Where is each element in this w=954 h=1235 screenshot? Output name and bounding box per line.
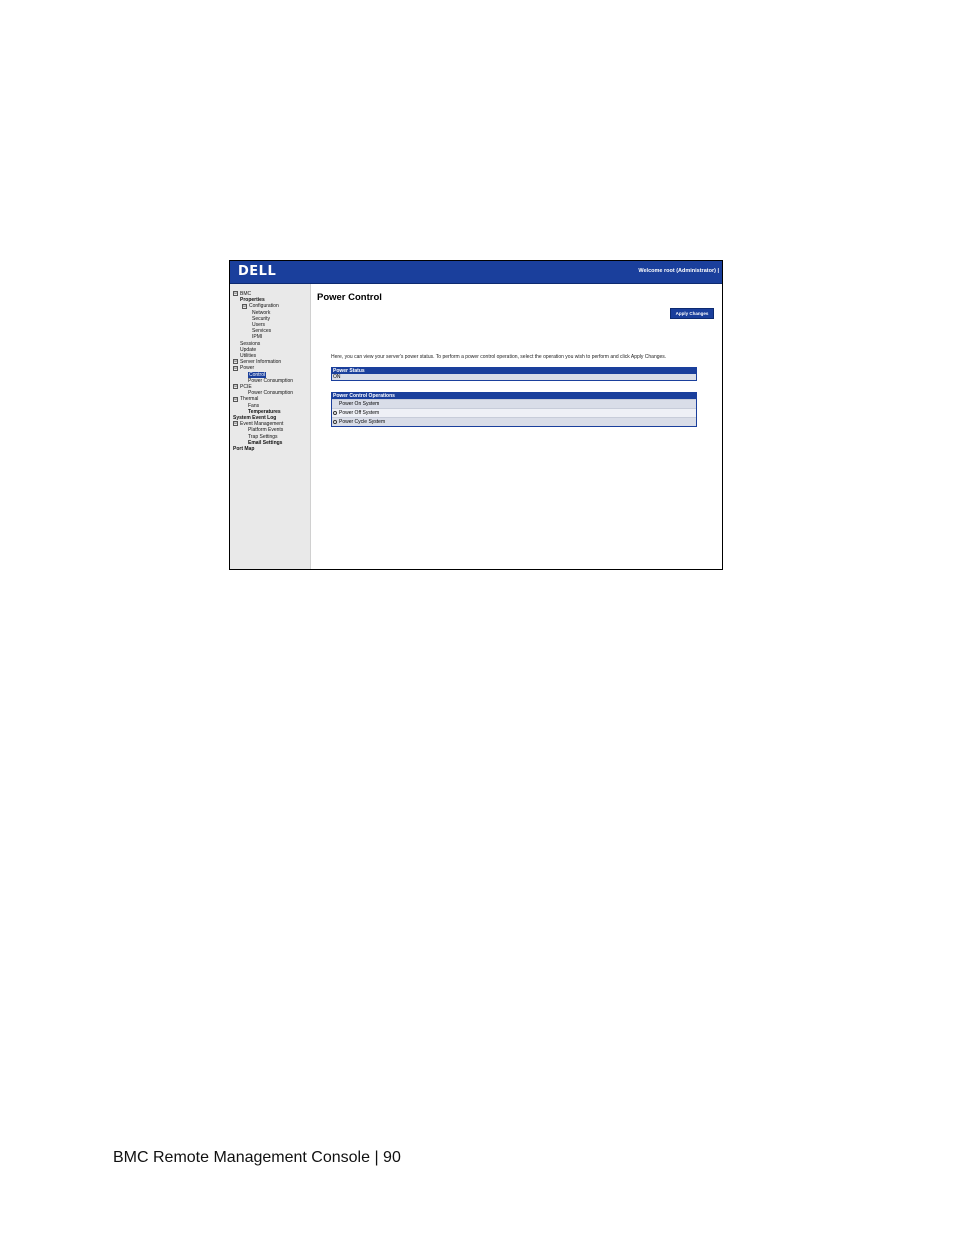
- power-operations-panel: Power Control Operations Power On System…: [331, 392, 697, 427]
- option-label: Power On System: [339, 401, 380, 407]
- option-label: Power Cycle System: [339, 419, 386, 425]
- collapse-icon[interactable]: ⊟: [233, 384, 238, 390]
- sidebar-item-label: Event Management: [240, 421, 284, 428]
- sidebar-item-label: Server Information: [240, 359, 282, 366]
- power-off-option[interactable]: Power Off System: [332, 408, 696, 417]
- sidebar-item-port-map[interactable]: Port Map: [233, 446, 310, 452]
- sidebar-item-label: PCIE: [240, 384, 252, 391]
- screenshot-figure: DELL Welcome root (Administrator) | ⊟ BMC…: [229, 260, 723, 570]
- collapse-icon[interactable]: ⊟: [233, 365, 238, 371]
- sidebar-item-label: Power Consumption: [248, 377, 294, 384]
- sidebar-item-label: Network: [252, 309, 271, 316]
- collapse-icon[interactable]: ⊟: [233, 291, 238, 297]
- sidebar-item-label: Temperatures: [248, 408, 281, 415]
- sidebar-item-label: Power: [240, 365, 255, 372]
- sidebar-item-label: Properties: [240, 297, 265, 304]
- sidebar-item-label: Utilities: [240, 353, 257, 360]
- header-bar: DELL Welcome root (Administrator) |: [230, 261, 722, 284]
- sidebar-item-label: Configuration: [249, 303, 279, 310]
- collapse-icon[interactable]: ⊟: [233, 359, 238, 365]
- main-content: Power Control Apply Changes Here, you ca…: [311, 284, 722, 569]
- sidebar-item-label: Trap Settings: [248, 433, 278, 440]
- sidebar-item-label: BMC: [240, 291, 252, 297]
- welcome-text: Welcome root (Administrator) |: [638, 268, 719, 274]
- sidebar-item-label: Power Consumption: [248, 390, 294, 397]
- sidebar-item-label: Users: [252, 322, 266, 329]
- sidebar-item-label: Thermal: [240, 396, 259, 403]
- page-description: Here, you can view your server's power s…: [331, 354, 667, 360]
- radio-icon[interactable]: [333, 420, 337, 424]
- power-cycle-option[interactable]: Power Cycle System: [332, 417, 696, 426]
- dell-logo: DELL: [238, 264, 277, 279]
- sidebar-item-label: Port Map: [233, 446, 255, 453]
- sidebar-item-label: Control: [248, 371, 267, 378]
- sidebar-item-label: Platform Events: [248, 427, 284, 434]
- sidebar-item-label: Sessions: [240, 340, 261, 347]
- power-status-value: ON: [332, 374, 696, 380]
- power-on-option[interactable]: Power On System: [332, 399, 696, 408]
- sidebar-item-label: Update: [240, 346, 257, 353]
- sidebar-item-label: Fans: [248, 402, 260, 409]
- page-title: Power Control: [317, 292, 382, 303]
- sidebar-item-label: IPMI: [252, 334, 263, 341]
- radio-icon[interactable]: [333, 411, 337, 415]
- collapse-icon[interactable]: ⊟: [233, 421, 238, 427]
- collapse-icon[interactable]: ⊟: [233, 396, 238, 402]
- apply-changes-button[interactable]: Apply Changes: [670, 308, 714, 319]
- collapse-icon[interactable]: ⊟: [242, 303, 247, 309]
- sidebar-item-label: Services: [252, 328, 272, 335]
- page-footer: BMC Remote Management Console | 90: [113, 1149, 401, 1166]
- sidebar-nav: ⊟ BMC Properties ⊟ Configuration Network S…: [230, 284, 311, 569]
- sidebar-item-label: Email Settings: [248, 439, 283, 446]
- sidebar-item-label: System Event Log: [233, 415, 277, 422]
- power-status-panel: Power Status ON: [331, 367, 697, 381]
- option-label: Power Off System: [339, 410, 380, 416]
- sidebar-item-label: Security: [252, 315, 271, 322]
